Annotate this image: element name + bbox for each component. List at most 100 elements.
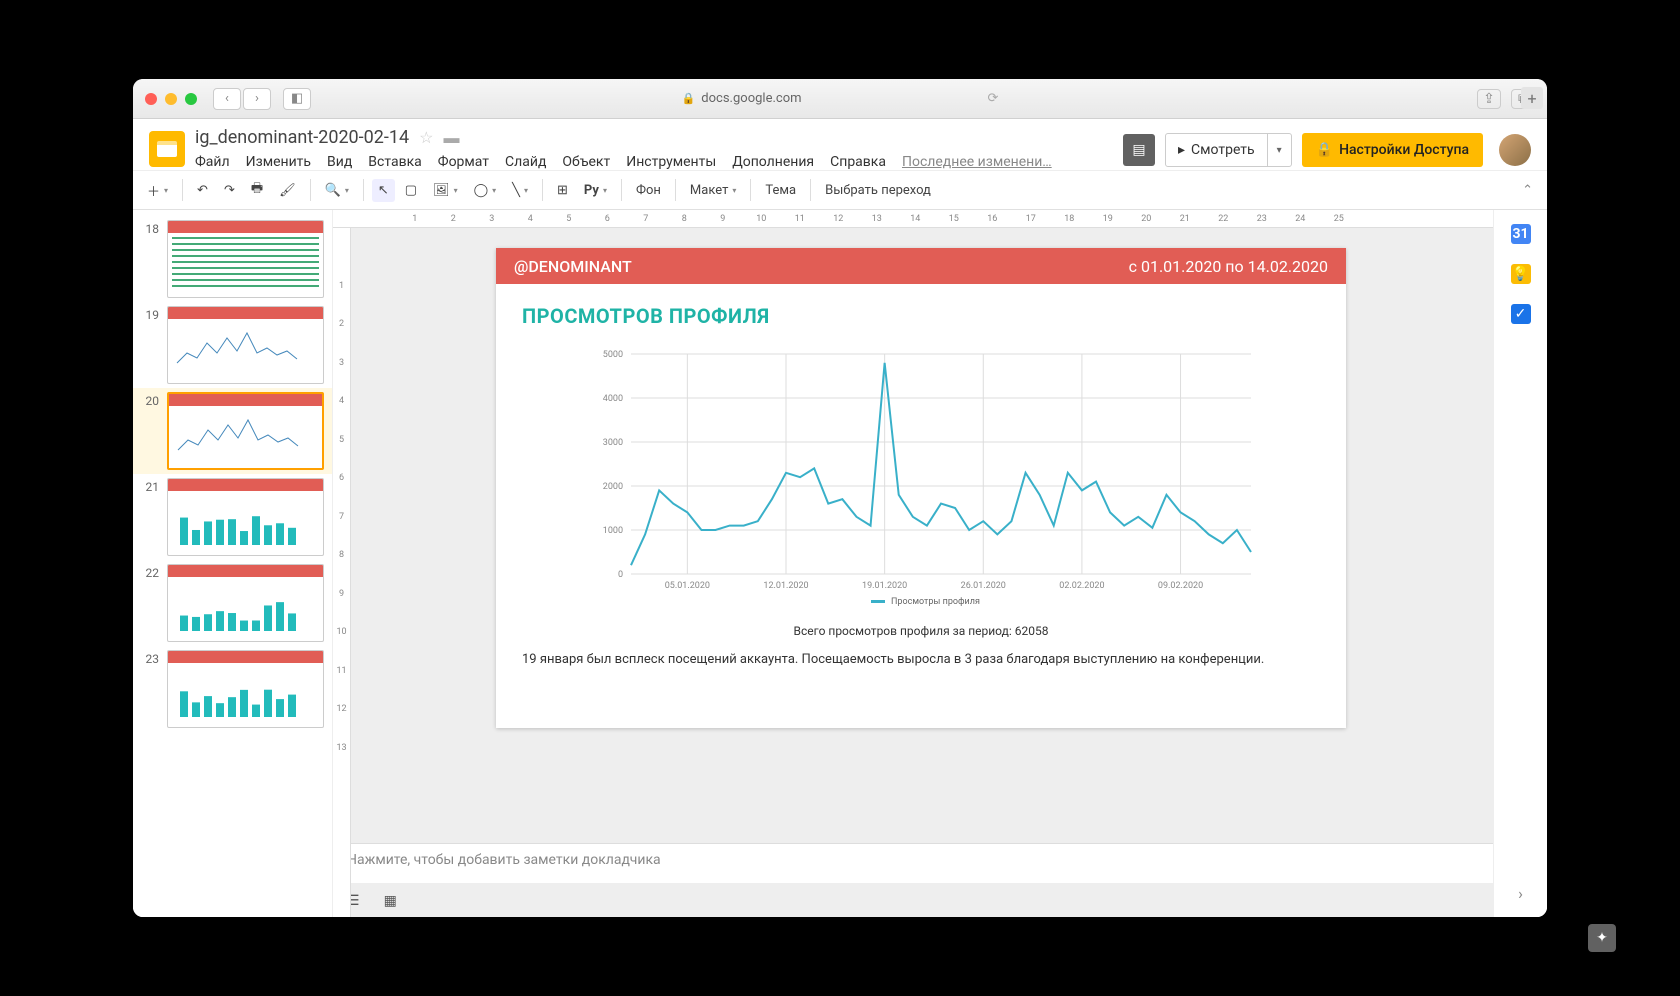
svg-text:05.01.2020: 05.01.2020: [665, 581, 710, 591]
shape-tool[interactable]: ◯▾: [468, 179, 503, 202]
thumbnail-21[interactable]: 21: [133, 474, 332, 560]
expand-sidepanel-icon[interactable]: ›: [1518, 884, 1523, 903]
last-edit-link[interactable]: Последнее изменени…: [902, 154, 1052, 170]
browser-nav: ‹ ›: [213, 88, 271, 110]
app-header: ig_denominant-2020-02-14 ☆ ▬ Файл Измени…: [133, 119, 1547, 170]
keep-icon[interactable]: 💡: [1511, 264, 1531, 284]
svg-text:02.02.2020: 02.02.2020: [1059, 581, 1104, 591]
slide-header: @DENOMINANT с 01.01.2020 по 14.02.2020: [496, 248, 1346, 284]
image-tool[interactable]: 🖼▾: [427, 179, 464, 202]
new-slide-button[interactable]: ＋▾: [141, 177, 174, 204]
svg-text:Просмотры профиля: Просмотры профиля: [891, 597, 980, 607]
thumbnail-panel[interactable]: 181920212223: [133, 210, 333, 917]
undo-button[interactable]: ↶: [191, 179, 214, 202]
select-tool[interactable]: ↖: [372, 179, 395, 202]
slides-logo[interactable]: [149, 131, 185, 167]
thumbnail-22[interactable]: 22: [133, 560, 332, 646]
svg-text:26.01.2020: 26.01.2020: [961, 581, 1006, 591]
zoom-window-icon[interactable]: [185, 93, 197, 105]
svg-text:5000: 5000: [603, 350, 623, 360]
comments-button[interactable]: ▤: [1123, 134, 1155, 166]
bottom-bar: ☰ ▦: [333, 883, 1493, 917]
theme-button[interactable]: Тема: [759, 179, 802, 202]
svg-text:2000: 2000: [603, 482, 623, 492]
reload-icon[interactable]: ⟳: [988, 91, 999, 106]
svg-text:09.02.2020: 09.02.2020: [1158, 581, 1203, 591]
comment-tool[interactable]: ⊞: [551, 179, 574, 202]
share-icon[interactable]: ⇪: [1477, 89, 1501, 109]
slide-account: @DENOMINANT: [514, 257, 632, 276]
textbox-tool[interactable]: ▢: [399, 179, 423, 202]
speaker-notes[interactable]: Нажмите, чтобы добавить заметки докладчи…: [333, 843, 1493, 883]
layout-button[interactable]: Макет▾: [684, 179, 742, 202]
menu-help[interactable]: Справка: [830, 154, 886, 170]
thumbnail-20[interactable]: 20: [133, 388, 332, 474]
ruler-horizontal: 1234567891011121314151617181920212223242…: [333, 210, 1493, 228]
menu-edit[interactable]: Изменить: [246, 154, 311, 170]
close-window-icon[interactable]: [145, 93, 157, 105]
background-button[interactable]: Фон: [630, 179, 667, 202]
line-chart-svg: 0 1000 2000 3000 4000 5000 05.01.2020 12.01.202…: [571, 344, 1271, 614]
menu-file[interactable]: Файл: [195, 154, 230, 170]
input-tool[interactable]: Ру▾: [578, 179, 613, 202]
lock-icon: 🔒: [1316, 142, 1333, 158]
svg-text:1000: 1000: [603, 526, 623, 536]
tasks-icon[interactable]: ✓: [1511, 304, 1531, 324]
zoom-button[interactable]: 🔍▾: [319, 179, 355, 202]
ruler-vertical: 12345678910111213: [333, 228, 351, 917]
slide-title: ПРОСМОТРОВ ПРОФИЛЯ: [522, 304, 1320, 328]
thumbnail-19[interactable]: 19: [133, 302, 332, 388]
svg-text:19.01.2020: 19.01.2020: [862, 581, 907, 591]
thumbnail-23[interactable]: 23: [133, 646, 332, 732]
line-tool[interactable]: ╲▾: [506, 179, 534, 202]
forward-button[interactable]: ›: [243, 88, 271, 110]
share-button[interactable]: 🔒 Настройки Доступа: [1302, 133, 1483, 167]
svg-text:12.01.2020: 12.01.2020: [763, 581, 808, 591]
url-text: docs.google.com: [701, 91, 801, 106]
print-button[interactable]: 🖶: [245, 175, 269, 205]
chart-caption: Всего просмотров профиля за период: 6205…: [522, 624, 1320, 638]
account-avatar[interactable]: [1499, 134, 1531, 166]
redo-button[interactable]: ↷: [218, 179, 241, 202]
calendar-icon[interactable]: 31: [1511, 224, 1531, 244]
present-button-group: ▸ Смотреть ▾: [1165, 133, 1292, 167]
traffic-lights: [145, 93, 197, 105]
address-bar[interactable]: 🔒 docs.google.com ⟳: [682, 91, 999, 106]
menu-slide[interactable]: Слайд: [505, 154, 546, 170]
slide-note: 19 января был всплеск посещений аккаунта…: [522, 652, 1320, 667]
workspace: 181920212223 123456789101112131415161718…: [133, 210, 1547, 917]
svg-text:4000: 4000: [603, 394, 623, 404]
slide[interactable]: @DENOMINANT с 01.01.2020 по 14.02.2020 П…: [496, 248, 1346, 728]
canvas-area: 1234567891011121314151617181920212223242…: [333, 210, 1493, 917]
menu-object[interactable]: Объект: [562, 154, 610, 170]
collapse-toolbar-icon[interactable]: ⌃: [1516, 179, 1539, 202]
sidebar-toggle-button[interactable]: ◧: [283, 88, 311, 110]
menu-addons[interactable]: Дополнения: [732, 154, 814, 170]
back-button[interactable]: ‹: [213, 88, 241, 110]
menu-bar: Файл Изменить Вид Вставка Формат Слайд О…: [195, 154, 1113, 170]
grid-view-icon[interactable]: ▦: [384, 893, 397, 909]
thumbnail-18[interactable]: 18: [133, 216, 332, 302]
minimize-window-icon[interactable]: [165, 93, 177, 105]
side-panel: 31 💡 ✓ ›: [1493, 210, 1547, 917]
lock-icon: 🔒: [682, 92, 696, 105]
menu-format[interactable]: Формат: [438, 154, 489, 170]
star-icon[interactable]: ☆: [419, 128, 433, 147]
folder-icon[interactable]: ▬: [443, 128, 459, 148]
canvas-scroll[interactable]: @DENOMINANT с 01.01.2020 по 14.02.2020 П…: [333, 228, 1493, 843]
present-dropdown[interactable]: ▾: [1267, 134, 1291, 166]
document-title[interactable]: ig_denominant-2020-02-14: [195, 127, 409, 148]
chart: 0 1000 2000 3000 4000 5000 05.01.2020 12.01.202…: [522, 344, 1320, 638]
svg-text:0: 0: [618, 570, 623, 580]
play-icon: ▸: [1178, 142, 1185, 158]
browser-window: ‹ › ◧ 🔒 docs.google.com ⟳ ⇪ ⧉ + ig_denom…: [133, 79, 1547, 917]
present-button[interactable]: ▸ Смотреть: [1166, 134, 1267, 166]
menu-tools[interactable]: Инструменты: [626, 154, 716, 170]
menu-insert[interactable]: Вставка: [368, 154, 421, 170]
svg-text:3000: 3000: [603, 438, 623, 448]
paint-format-button[interactable]: 🖌: [273, 179, 302, 202]
slide-period: с 01.01.2020 по 14.02.2020: [1129, 257, 1328, 276]
transition-button[interactable]: Выбрать переход: [819, 179, 937, 202]
new-tab-button[interactable]: +: [1521, 87, 1543, 109]
menu-view[interactable]: Вид: [327, 154, 352, 170]
